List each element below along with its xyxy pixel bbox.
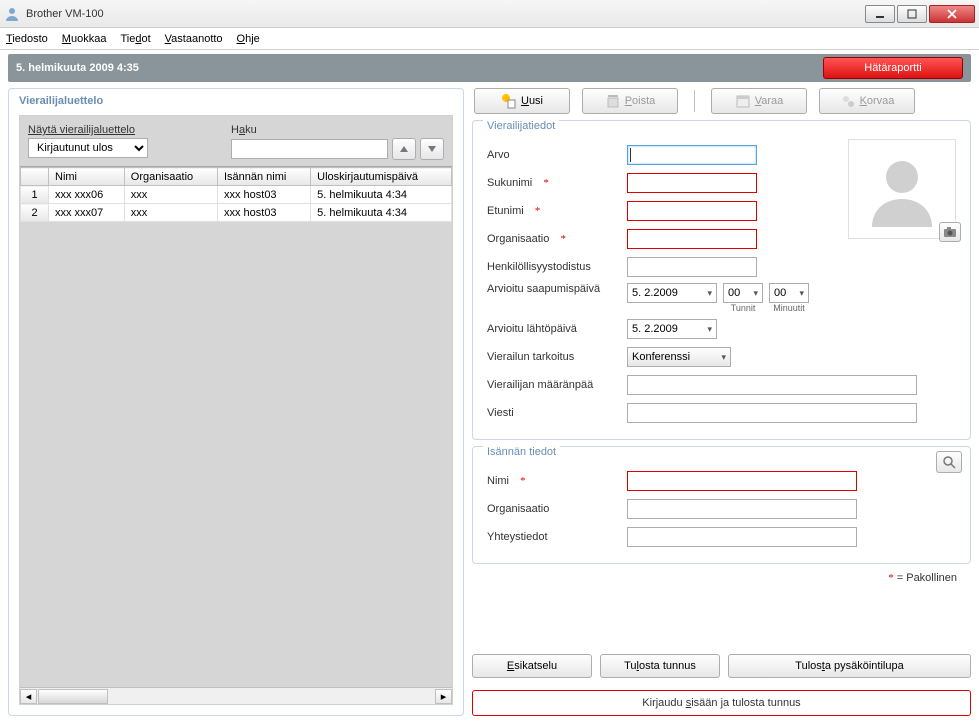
maximize-button[interactable] [897, 5, 927, 23]
menu-muokkaa[interactable]: Muokkaa [62, 33, 107, 45]
menu-tiedosto[interactable]: Tiedosto [6, 33, 48, 45]
col-nimi[interactable]: Nimi [49, 168, 125, 186]
delete-icon [605, 93, 621, 109]
filter-label: Näytä vierailijaluettelo [28, 124, 223, 136]
field-arvo[interactable] [627, 145, 757, 165]
visitor-grid[interactable]: Nimi Organisaatio Isännän nimi Uloskirja… [20, 166, 452, 222]
minimize-button[interactable] [865, 5, 895, 23]
lbl-saapumis: Arvioitu saapumispäivä [487, 283, 627, 295]
search-label: Haku [231, 124, 444, 136]
col-host[interactable]: Isännän nimi [217, 168, 310, 186]
print-badge-button[interactable]: Tulosta tunnus [600, 654, 720, 678]
menu-vastaanotto[interactable]: Vastaanotto [165, 33, 223, 45]
signin-print-button[interactable]: Kirjaudu sisään ja tulosta tunnus [472, 690, 971, 716]
close-button[interactable] [929, 5, 975, 23]
field-maaranpaa[interactable] [627, 375, 917, 395]
field-henkilo[interactable] [627, 257, 757, 277]
horizontal-scrollbar[interactable]: ◂▸ [20, 687, 452, 704]
new-button[interactable]: Uusi [474, 88, 570, 114]
departure-date-select[interactable]: 5. 2.2009 [627, 319, 717, 339]
required-note: * = Pakollinen [472, 570, 971, 586]
app-icon [4, 6, 20, 22]
menu-ohje[interactable]: Ohje [237, 33, 260, 45]
arrival-date-select[interactable]: 5. 2.2009 [627, 283, 717, 303]
lbl-maaranpaa: Vierailijan määränpää [487, 379, 627, 391]
filter-select[interactable]: Kirjautunut ulos [28, 138, 148, 158]
purpose-select[interactable]: Konferenssi [627, 347, 731, 367]
new-icon [501, 93, 517, 109]
field-host-org[interactable] [627, 499, 857, 519]
field-viesti[interactable] [627, 403, 917, 423]
lbl-tarkoitus: Vierailun tarkoitus [487, 351, 627, 363]
field-etunimi[interactable] [627, 201, 757, 221]
lbl-sukunimi: Sukunimi [487, 177, 532, 189]
lbl-organisaatio: Organisaatio [487, 233, 549, 245]
lbl-lahto: Arvioitu lähtöpäivä [487, 323, 627, 335]
field-organisaatio[interactable] [627, 229, 757, 249]
visitor-list-panel: Vierailijaluettelo Näytä vierailijaluett… [8, 88, 464, 716]
date-strip: 5. helmikuuta 2009 4:35 Hätäraportti [8, 54, 971, 82]
arrival-min-select[interactable]: 00 [769, 283, 809, 303]
lbl-host-org: Organisaatio [487, 503, 627, 515]
lbl-henkilo: Henkilöllisyystodistus [487, 261, 627, 273]
table-row[interactable]: 1 xxx xxx06 xxx xxx host03 5. helmikuuta… [21, 186, 452, 204]
visitor-list-caption: Vierailijaluettelo [9, 89, 463, 115]
table-row[interactable]: 2 xxx xxx07 xxx xxx host03 5. helmikuuta… [21, 204, 452, 222]
visitor-legend: Vierailijatiedot [483, 120, 559, 132]
emergency-report-button[interactable]: Hätäraportti [823, 57, 963, 79]
camera-button[interactable] [939, 222, 961, 242]
preview-button[interactable]: Esikatselu [472, 654, 592, 678]
arrival-hour-select[interactable]: 00 [723, 283, 763, 303]
host-info-group: Isännän tiedot Nimi * Organisaatio Yhtey… [472, 446, 971, 564]
menu-tiedot[interactable]: Tiedot [120, 33, 150, 45]
reserve-button[interactable]: Varaa [711, 88, 807, 114]
search-input[interactable] [231, 139, 388, 159]
field-sukunimi[interactable] [627, 173, 757, 193]
field-host-nimi[interactable] [627, 471, 857, 491]
reserve-icon [735, 93, 751, 109]
visitor-info-group: Vierailijatiedot Arvo Sukunimi * Etunimi… [472, 120, 971, 440]
search-up-button[interactable] [392, 138, 416, 160]
host-legend: Isännän tiedot [483, 446, 560, 458]
current-datetime: 5. helmikuuta 2009 4:35 [16, 62, 139, 74]
lbl-arvo: Arvo [487, 149, 627, 161]
menu-bar: Tiedosto Muokkaa Tiedot Vastaanotto Ohje [0, 28, 979, 50]
field-host-yhteys[interactable] [627, 527, 857, 547]
col-out[interactable]: Uloskirjautumispäivä [311, 168, 452, 186]
print-parking-button[interactable]: Tulosta pysäköintilupa [728, 654, 971, 678]
replace-icon [840, 93, 856, 109]
window-title: Brother VM-100 [26, 8, 863, 20]
title-bar: Brother VM-100 [0, 0, 979, 28]
lbl-host-yhteys: Yhteystiedot [487, 531, 627, 543]
lbl-etunimi: Etunimi [487, 205, 524, 217]
search-down-button[interactable] [420, 138, 444, 160]
toolbar: Uusi Poista Varaa Korvaa [472, 88, 971, 114]
replace-button[interactable]: Korvaa [819, 88, 915, 114]
lbl-host-nimi: Nimi [487, 475, 509, 487]
lbl-viesti: Viesti [487, 407, 627, 419]
host-search-button[interactable] [936, 451, 962, 473]
delete-button[interactable]: Poista [582, 88, 678, 114]
col-org[interactable]: Organisaatio [124, 168, 217, 186]
